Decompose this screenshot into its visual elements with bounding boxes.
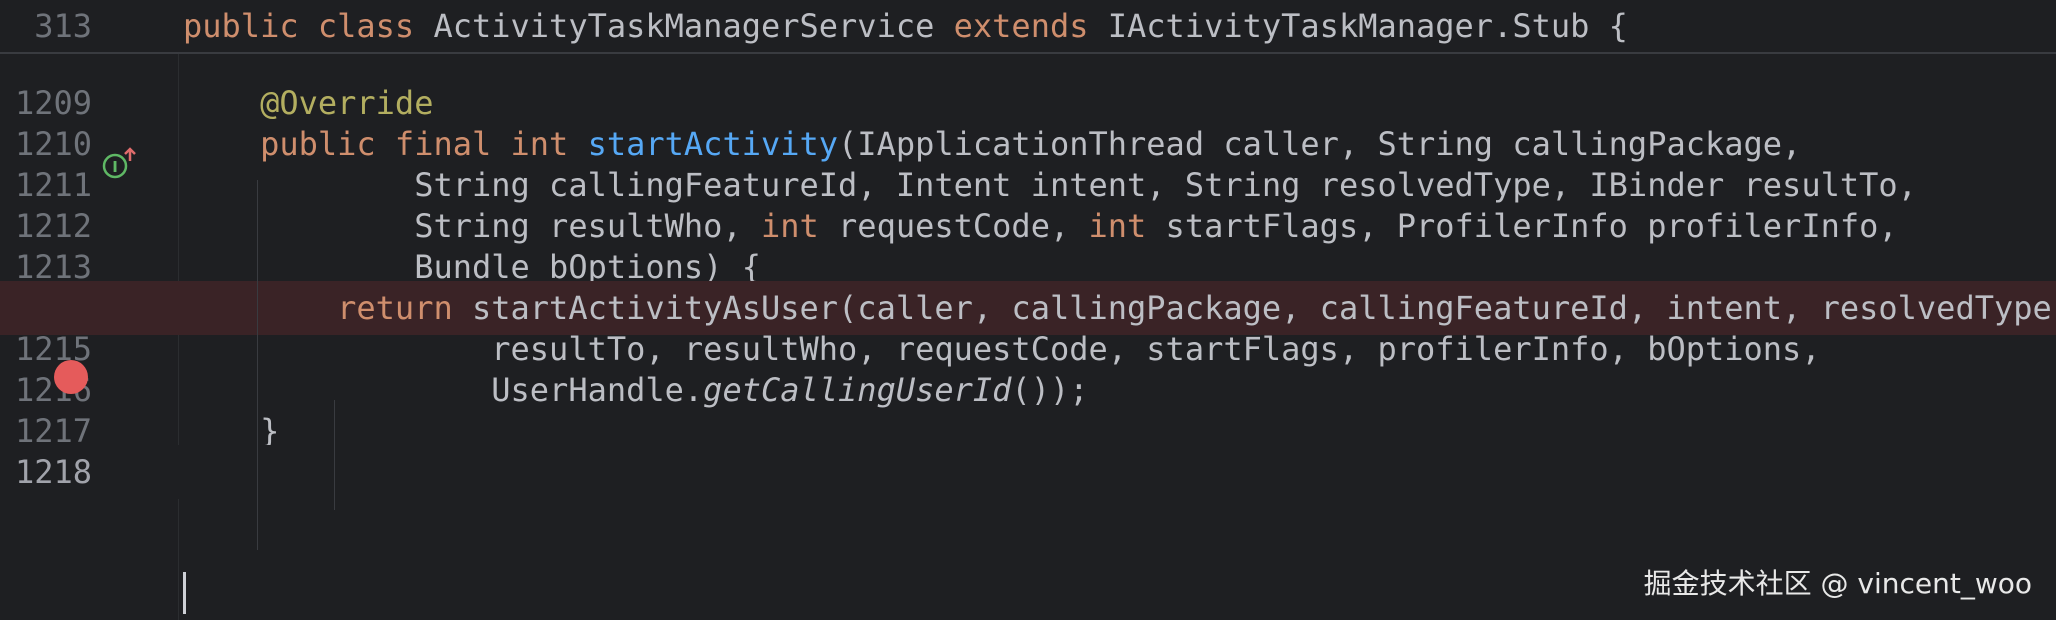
code-token: class	[317, 7, 415, 45]
implements-method-icon[interactable]: I	[102, 147, 136, 181]
code-token: public	[183, 7, 299, 45]
code-editor[interactable]: 313 public class ActivityTaskManagerServ…	[0, 0, 2056, 620]
sticky-scope-header[interactable]: 313 public class ActivityTaskManagerServ…	[0, 0, 2056, 54]
indent-guide	[334, 400, 335, 510]
line-number[interactable]: 1218	[0, 445, 92, 499]
line-number: 313	[34, 7, 92, 45]
partial-line: 1208	[0, 52, 2056, 68]
code-token: IActivityTaskManager.Stub {	[1088, 7, 1628, 45]
indent-guide	[257, 180, 258, 550]
watermark: 掘金技术社区 @ vincent_woo	[1643, 567, 2032, 600]
code-token: extends	[953, 7, 1089, 45]
svg-text:I: I	[112, 158, 118, 176]
breakpoint-icon[interactable]	[54, 360, 88, 394]
text-caret	[183, 572, 186, 614]
line-number: 1208	[0, 52, 92, 66]
sticky-code-line: public class ActivityTaskManagerService …	[183, 0, 1628, 52]
code-token: ActivityTaskManagerService	[414, 7, 954, 45]
code-line[interactable]: 1218	[0, 445, 2056, 499]
